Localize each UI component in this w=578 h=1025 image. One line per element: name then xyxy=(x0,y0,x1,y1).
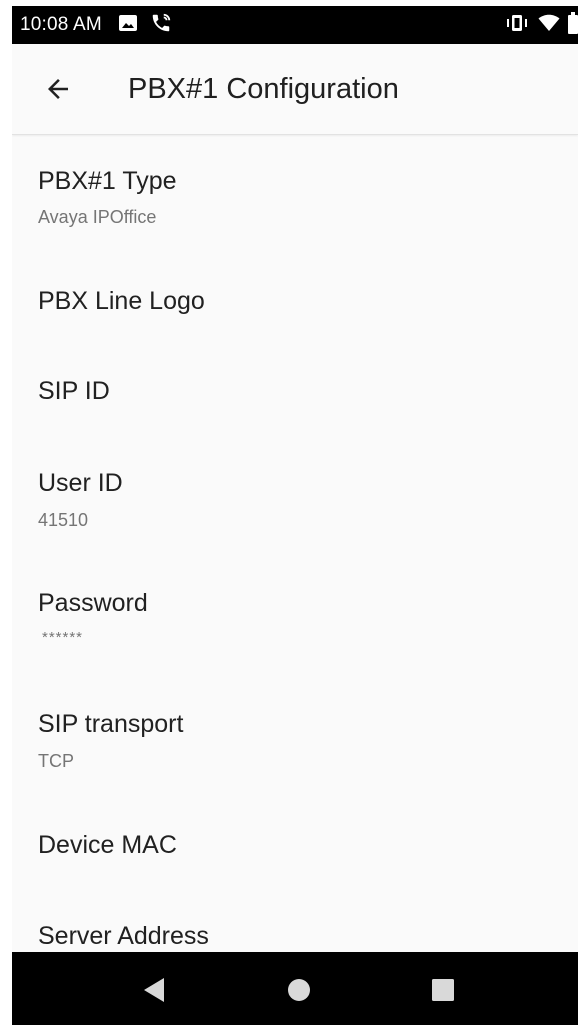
battery-icon xyxy=(568,11,578,39)
back-button[interactable] xyxy=(34,65,82,113)
pref-sip-id[interactable]: SIP ID xyxy=(12,345,578,435)
pref-password[interactable]: Password ****** xyxy=(12,557,578,669)
pref-user-id[interactable]: User ID 41510 xyxy=(12,437,578,549)
pref-title: PBX Line Logo xyxy=(38,287,205,315)
pref-title: SIP transport xyxy=(38,710,184,738)
wifi-icon xyxy=(538,14,560,37)
pref-summary: TCP xyxy=(38,751,74,771)
pref-title: Device MAC xyxy=(38,831,177,859)
status-system-icons xyxy=(504,6,578,44)
pref-title: SIP ID xyxy=(38,377,110,405)
pref-title: PBX#1 Type xyxy=(38,167,177,195)
nav-back-button[interactable] xyxy=(134,970,174,1010)
pref-sip-transport[interactable]: SIP transport TCP xyxy=(12,678,578,790)
app-bar: PBX#1 Configuration xyxy=(12,44,578,135)
pref-device-mac[interactable]: Device MAC xyxy=(12,799,578,889)
screen: 10:08 AM PBX#1 Configuration PBX#1 Type … xyxy=(12,6,578,1025)
status-notification-icons xyxy=(118,12,172,39)
home-circle-icon xyxy=(288,979,310,1001)
pref-pbx-type[interactable]: PBX#1 Type Avaya IPOffice xyxy=(12,135,578,243)
arrow-back-icon xyxy=(48,79,68,99)
status-time: 10:08 AM xyxy=(20,14,102,35)
nav-home-button[interactable] xyxy=(279,970,319,1010)
vibrate-icon xyxy=(504,13,530,38)
pref-summary: ****** xyxy=(42,629,84,646)
pref-summary: 41510 xyxy=(38,510,89,530)
page-title: PBX#1 Configuration xyxy=(128,72,399,105)
pref-summary: Avaya IPOffice xyxy=(38,207,157,227)
back-triangle-icon xyxy=(144,978,164,1002)
recents-square-icon xyxy=(432,979,454,1001)
pref-pbx-line-logo[interactable]: PBX Line Logo xyxy=(12,255,578,345)
phone-icon xyxy=(150,12,172,39)
navigation-bar xyxy=(12,952,578,1025)
image-icon xyxy=(118,14,138,37)
pref-title: Server Address xyxy=(38,922,209,950)
pref-server-address[interactable]: Server Address xyxy=(12,890,578,960)
status-bar: 10:08 AM xyxy=(12,6,578,44)
nav-recents-button[interactable] xyxy=(423,970,463,1010)
pref-title: Password xyxy=(38,589,148,617)
pref-title: User ID xyxy=(38,469,123,497)
